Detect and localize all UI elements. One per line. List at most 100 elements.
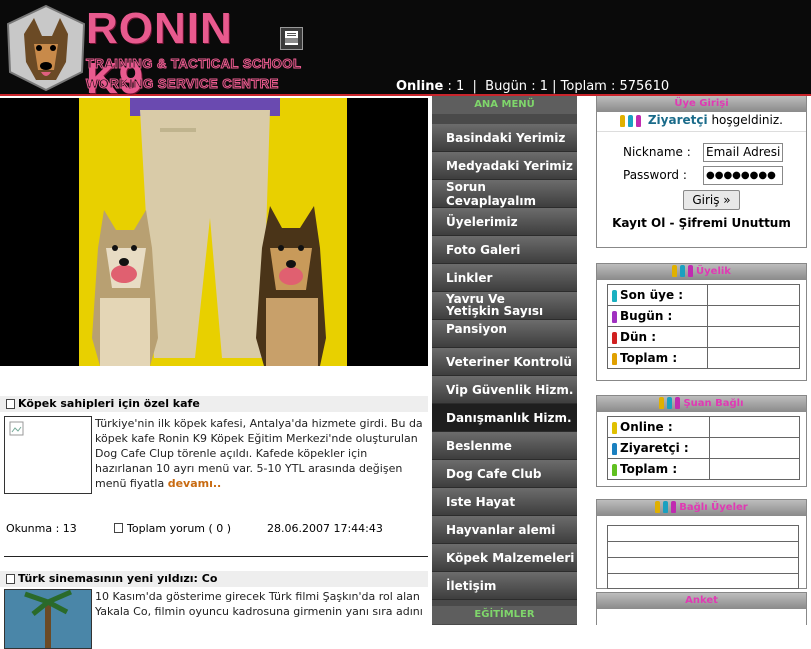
- login-box: Üye Girişi Ziyaretçi hoşgeldiniz. Nickna…: [596, 96, 807, 248]
- welcome-line: Ziyaretçi hoşgeldiniz.: [597, 113, 806, 127]
- stats-separator: |: [472, 79, 477, 94]
- site-header: RONIN K9 TRAINING & TACTICAL SCHOOL WORK…: [0, 0, 811, 103]
- dogs-photo: [0, 98, 428, 366]
- online-value: : 1: [447, 79, 465, 94]
- news-title-text: Köpek sahipleri için özel kafe: [18, 397, 200, 410]
- last-member-value[interactable]: [707, 284, 800, 306]
- broken-image-icon: [9, 421, 24, 436]
- menu-item-veteriner[interactable]: Veteriner Kontrolü: [432, 348, 577, 376]
- menu-item-malzemeler[interactable]: Köpek Malzemeleri: [432, 544, 577, 572]
- menu-heading: ANA MENÜ: [432, 96, 577, 114]
- connected-heading-text: Bağlı Üyeler: [679, 502, 748, 513]
- menu-item-basin[interactable]: Basindaki Yerimiz: [432, 124, 577, 152]
- menu-item-beslenme[interactable]: Beslenme: [432, 432, 577, 460]
- login-button[interactable]: Giriş »: [683, 190, 740, 210]
- current-heading: Şuan Bağlı: [597, 396, 806, 412]
- visitors-icon: [620, 113, 648, 127]
- news-divider: [4, 556, 428, 557]
- print-icon[interactable]: [280, 27, 303, 50]
- forgot-password-link[interactable]: Şifremi Unuttum: [679, 216, 791, 230]
- menu-item-iletisim[interactable]: İletişim: [432, 572, 577, 600]
- menu-item-iste-hayat[interactable]: Iste Hayat: [432, 488, 577, 516]
- today-members-value: [707, 305, 800, 327]
- link-separator: -: [665, 216, 679, 230]
- news-item: Köpek sahipleri için özel kafe Türkiye'n…: [0, 396, 428, 536]
- menu-item-dog-cafe[interactable]: Dog Cafe Club: [432, 460, 577, 488]
- password-input[interactable]: [703, 165, 783, 185]
- connected-list: [607, 525, 799, 589]
- read-count: Okunma : 13: [6, 521, 77, 535]
- menu-item-hayvanlar[interactable]: Hayvanlar alemi: [432, 516, 577, 544]
- menu-item-uyeler[interactable]: Üyelerimiz: [432, 208, 577, 236]
- menu-item-pansiyon[interactable]: Pansiyon: [432, 320, 577, 348]
- connected-heading: Bağlı Üyeler: [597, 500, 806, 516]
- news-title-1[interactable]: Köpek sahipleri için özel kafe: [0, 396, 428, 412]
- members-icon: [672, 265, 696, 277]
- visitor-count-value: [709, 437, 800, 459]
- news-title-text: Türk sinemasının yeni yıldızı: Co: [18, 572, 218, 585]
- right-sidebar: Üye Girişi Ziyaretçi hoşgeldiniz. Nickna…: [596, 96, 811, 625]
- palm-tree-image: [5, 590, 91, 648]
- total-value: : 575610: [610, 79, 670, 94]
- current-table: Online : Ziyaretçi : Toplam :: [607, 416, 800, 480]
- menu-item-linkler[interactable]: Linkler: [432, 264, 577, 292]
- today-members-label: Bugün :: [620, 309, 673, 323]
- login-heading: Üye Girişi: [597, 96, 806, 112]
- total-online-value: [709, 458, 800, 480]
- yesterday-members-value: [707, 326, 800, 348]
- menu-item-medya[interactable]: Medyadaki Yerimiz: [432, 152, 577, 180]
- comment-icon: [114, 523, 123, 533]
- visitor-count-label: Ziyaretçi :: [620, 441, 689, 455]
- menu-item-foto-galeri[interactable]: Foto Galeri: [432, 236, 577, 264]
- connected-icon: [655, 501, 679, 513]
- connected-members-box: Bağlı Üyeler: [596, 499, 807, 589]
- news-date: 28.06.2007 17:44:43: [267, 521, 383, 535]
- welcome-name: Ziyaretçi: [647, 113, 708, 127]
- menu-item-vip[interactable]: Vip Güvenlik Hizm.: [432, 376, 577, 404]
- document-icon: [6, 399, 15, 409]
- total-online-label: Toplam :: [620, 462, 678, 476]
- menu-item-danismanlik[interactable]: Danışmanlık Hizm.: [432, 404, 577, 432]
- brand-logo[interactable]: RONIN K9 TRAINING & TACTICAL SCHOOL WORK…: [85, 4, 301, 103]
- today-label: Bugün: [485, 79, 528, 94]
- document-icon: [6, 574, 15, 584]
- menu-heading-egitimler: EĞİTİMLER: [432, 606, 577, 624]
- news-title-2[interactable]: Türk sinemasının yeni yıldızı: Co: [0, 571, 428, 587]
- members-heading-text: Üyelik: [696, 266, 731, 277]
- online-count-label: Online :: [620, 420, 673, 434]
- poll-heading: Anket: [597, 593, 806, 609]
- poll-box: Anket: [596, 592, 807, 625]
- main-menu: ANA MENÜ Basindaki Yerimiz Medyadaki Yer…: [432, 96, 577, 625]
- news-thumbnail[interactable]: [4, 416, 92, 494]
- news-summary: Türkiye'nin ilk köpek kafesi, Antalya'da…: [95, 416, 428, 494]
- comment-count[interactable]: Toplam yorum ( 0 ): [127, 522, 267, 535]
- read-more-link[interactable]: devamı..: [168, 477, 222, 490]
- brand-tagline-2: WORKING SERVICE CENTRE: [86, 76, 279, 92]
- current-online-box: Şuan Bağlı Online : Ziyaretçi : Toplam :: [596, 395, 807, 487]
- nickname-input[interactable]: [703, 142, 783, 162]
- news-meta: Okunma : 13 Toplam yorum ( 0 ) 28.06.200…: [0, 520, 428, 536]
- members-heading: Üyelik: [597, 264, 806, 280]
- menu-item-sorun[interactable]: Sorun Cevaplayalım: [432, 180, 577, 208]
- stats-separator: |: [552, 79, 557, 94]
- menu-item-yavru[interactable]: Yavru Ve Yetişkin Sayısı: [432, 292, 577, 320]
- register-link[interactable]: Kayıt Ol: [612, 216, 665, 230]
- news-list: Köpek sahipleri için özel kafe Türkiye'n…: [0, 396, 428, 649]
- news-summary-text: Türkiye'nin ilk köpek kafesi, Antalya'da…: [95, 417, 423, 490]
- total-members-label: Toplam :: [620, 351, 678, 365]
- nickname-label: Nickname :: [623, 145, 691, 159]
- password-label: Password :: [623, 168, 687, 182]
- total-label: Toplam: [560, 79, 607, 94]
- yesterday-members-label: Dün :: [620, 330, 657, 344]
- menu-item-yavru-label: Yavru Ve Yetişkin Sayısı: [446, 292, 544, 318]
- news-thumbnail[interactable]: [4, 589, 92, 649]
- today-value: : 1: [531, 79, 548, 94]
- brand-tagline-1: TRAINING & TACTICAL SCHOOL: [85, 56, 302, 72]
- online-count-value: [709, 416, 800, 438]
- current-icon: [659, 397, 683, 409]
- news-item: Türk sinemasının yeni yıldızı: Co 10 Kas…: [0, 571, 428, 649]
- last-member-label: Son üye :: [620, 288, 684, 302]
- members-table: Son üye : Bugün : Dün : Toplam :: [607, 284, 800, 369]
- news-summary: 10 Kasım'da gösterime girecek Türk filmi…: [95, 590, 423, 618]
- online-label: Online: [396, 79, 444, 94]
